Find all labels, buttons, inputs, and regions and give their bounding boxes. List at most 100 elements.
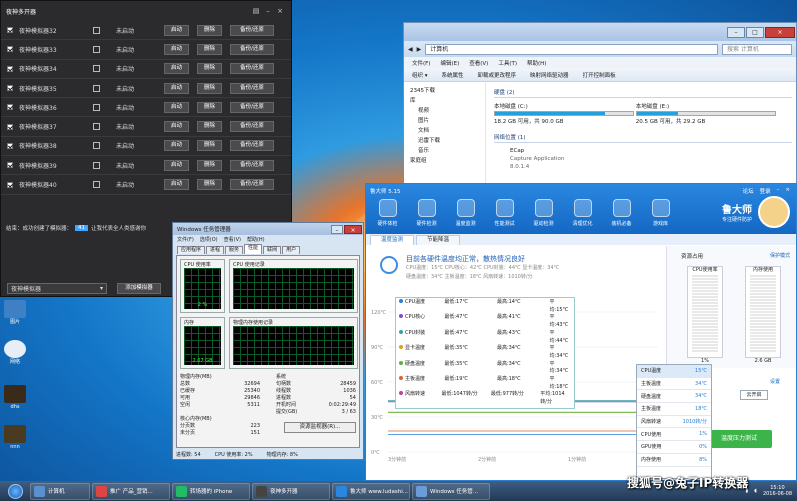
start-button[interactable]: 启动 (164, 121, 189, 133)
cloud-toggle[interactable]: 云开启 (740, 390, 768, 400)
monitor-row[interactable]: CPU温度 15℃ (637, 365, 711, 378)
minimize-icon[interactable]: – (777, 187, 780, 195)
edit-icon[interactable] (93, 103, 100, 111)
delete-button[interactable]: 删除 (197, 101, 222, 113)
taskbar-item[interactable]: 推广 产品_营销... (92, 482, 170, 500)
start-button[interactable]: 启动 (164, 101, 189, 113)
delete-button[interactable]: 删除 (197, 140, 222, 152)
close-icon[interactable]: × (274, 7, 286, 15)
taskbar-item[interactable]: Windows 任务管... (412, 482, 490, 500)
tab-1[interactable]: 进程 (206, 246, 225, 254)
nav-item-downloads[interactable]: 2345下载 (410, 86, 485, 96)
close-button[interactable]: × (344, 224, 362, 234)
forum-link[interactable]: 论坛 (743, 187, 754, 195)
row-checkbox[interactable] (7, 27, 13, 34)
edit-icon[interactable] (93, 181, 100, 189)
add-emulator-button[interactable]: 添加模拟器 (117, 283, 161, 294)
backup-restore-button[interactable]: 备份/还原 (230, 179, 274, 191)
row-checkbox[interactable] (7, 85, 13, 92)
toolbar-button[interactable]: 卸载或更改程序 (478, 71, 517, 79)
protect-mode-link[interactable]: 保护模式 (770, 252, 790, 259)
nav-item-thunder[interactable]: 迅雷下载 (410, 136, 485, 146)
tool-tab[interactable]: 清理优化 (565, 199, 600, 227)
menu-item[interactable]: 帮助(H) (527, 59, 546, 67)
monitor-row[interactable]: 主板温度 18℃ (637, 403, 711, 416)
backup-restore-button[interactable]: 备份/还原 (230, 101, 274, 113)
tab-4[interactable]: 联网 (263, 246, 282, 254)
start-button[interactable]: 启动 (164, 43, 189, 55)
maximize-button[interactable]: □ (746, 26, 764, 38)
monitor-row[interactable]: 硬盘温度 34℃ (637, 390, 711, 404)
delete-button[interactable]: 删除 (197, 63, 222, 75)
drive-c[interactable]: 本地磁盘 (C:) 18.2 GB 可用，共 90.0 GB (494, 102, 634, 125)
edit-icon[interactable] (93, 142, 100, 150)
taskbar-item[interactable]: 计算机 (30, 482, 90, 500)
backup-restore-button[interactable]: 备份/还原 (230, 24, 274, 36)
backup-restore-button[interactable]: 备份/还原 (230, 121, 274, 133)
login-link[interactable]: 登录 (760, 187, 771, 195)
tool-tab[interactable]: 游戏库 (643, 199, 678, 227)
toolbar-button[interactable]: 打开控制面板 (583, 71, 616, 79)
monitor-row[interactable]: 主板温度 34℃ (637, 378, 711, 391)
tool-tab[interactable]: 硬件体检 (370, 199, 405, 227)
desktop-icon-network[interactable]: 网络 (2, 340, 28, 365)
taskbar-item[interactable]: 夜神多开器 (252, 482, 330, 500)
tool-tab[interactable]: 温度监测 (448, 199, 483, 227)
menu-item[interactable]: 查看(V) (224, 236, 241, 243)
minimize-button[interactable]: – (727, 26, 745, 38)
minimize-icon[interactable]: – (262, 7, 274, 15)
tab-temperature[interactable]: 温度监测 (370, 235, 415, 245)
toolbar-button[interactable]: 映射网络驱动器 (530, 71, 569, 79)
menu-icon[interactable]: ▤ (250, 7, 262, 15)
desktop-icon-multi[interactable]: dhs (2, 385, 28, 410)
network-location-ecap[interactable]: ECap Capture Application 8.0.1.4 (494, 147, 792, 171)
delete-button[interactable]: 删除 (197, 159, 222, 171)
edit-icon[interactable] (93, 84, 100, 92)
delete-button[interactable]: 删除 (197, 179, 222, 191)
menu-item[interactable]: 文件(F) (412, 59, 430, 67)
nav-item-videos[interactable]: 视频 (410, 106, 485, 116)
tab-5[interactable]: 用户 (282, 246, 301, 254)
monitor-row[interactable]: 风扇转速 1010转/分 (637, 416, 711, 429)
nav-item-homegroup[interactable]: 家庭组 (410, 156, 485, 166)
toolbar-button[interactable]: 组织 ▾ (412, 71, 428, 79)
edit-icon[interactable] (93, 45, 100, 53)
search-input[interactable]: 搜索 计算机 (722, 43, 792, 55)
edit-icon[interactable] (93, 161, 100, 169)
nav-item-music[interactable]: 音乐 (410, 146, 485, 156)
delete-button[interactable]: 删除 (197, 82, 222, 94)
nav-item-libraries[interactable]: 库 (410, 96, 485, 106)
taskbar-item[interactable]: 转场器的 iPhone (172, 482, 250, 500)
start-button[interactable] (0, 481, 30, 501)
close-button[interactable]: × (765, 26, 795, 38)
row-checkbox[interactable] (7, 104, 13, 111)
row-checkbox[interactable] (7, 181, 13, 188)
address-field[interactable]: 计算机 (425, 43, 718, 55)
nav-item-pictures[interactable]: 图片 (410, 116, 485, 126)
back-icon[interactable]: ◀ (408, 46, 413, 53)
delete-button[interactable]: 删除 (197, 121, 222, 133)
start-button[interactable]: 启动 (164, 82, 189, 94)
monitor-row[interactable]: GPU使用 0% (637, 441, 711, 454)
edit-icon[interactable] (93, 123, 100, 131)
menu-item[interactable]: 帮助(H) (247, 236, 265, 243)
row-checkbox[interactable] (7, 46, 13, 53)
menu-item[interactable]: 查看(V) (469, 59, 488, 67)
row-checkbox[interactable] (7, 65, 13, 72)
resource-monitor-button[interactable]: 资源监视器(R)... (284, 422, 356, 433)
clock[interactable]: 15:10 2016-06-08 (763, 485, 792, 497)
menu-item[interactable]: 工具(T) (498, 59, 517, 67)
row-checkbox[interactable] (7, 142, 13, 149)
menu-item[interactable]: 编辑(E) (440, 59, 459, 67)
monitor-row[interactable]: 内存使用 8% (637, 454, 711, 467)
taskbar-item[interactable]: 鲁大师 www.ludashi... (332, 482, 410, 500)
row-checkbox[interactable] (7, 123, 13, 130)
forward-icon[interactable]: ▶ (417, 46, 422, 53)
close-icon[interactable]: × (785, 187, 790, 195)
tab-3[interactable]: 性能 (244, 244, 263, 254)
tab-cooling[interactable]: 节能降温 (416, 235, 461, 245)
backup-restore-button[interactable]: 备份/还原 (230, 82, 274, 94)
start-button[interactable]: 启动 (164, 159, 189, 171)
delete-button[interactable]: 删除 (197, 43, 222, 55)
menu-item[interactable]: 选项(O) (200, 236, 218, 243)
